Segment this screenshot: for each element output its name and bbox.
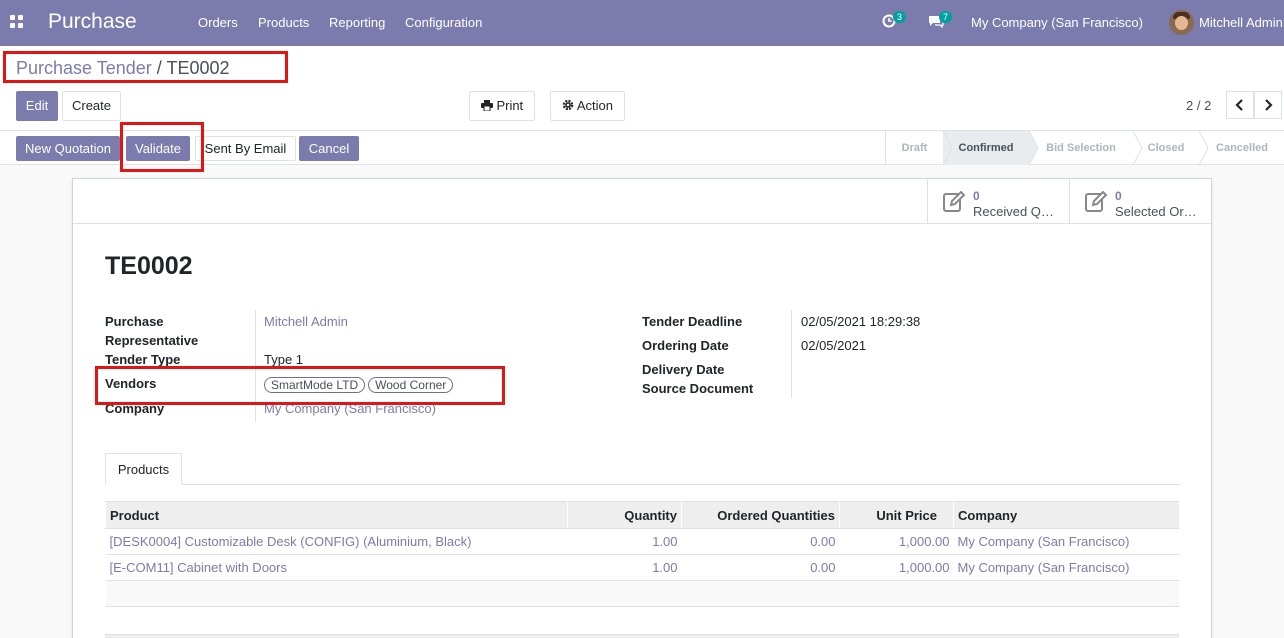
right-group-separator [791, 310, 792, 398]
menu-configuration[interactable]: Configuration [405, 15, 482, 30]
table-footer [105, 634, 1179, 638]
user-avatar[interactable] [1169, 10, 1194, 35]
received-quotations-count: 0 [973, 189, 980, 203]
record-title: TE0002 [105, 252, 193, 280]
received-quotations-button[interactable]: 0 Received Quotations [927, 179, 1069, 223]
delivery-date-label: Delivery Date [642, 362, 725, 377]
user-name[interactable]: Mitchell Admin [1199, 15, 1283, 30]
product-cell[interactable]: [DESK0004] Customizable Desk (CONFIG) (A… [105, 528, 568, 555]
edit-document-icon [1085, 191, 1108, 212]
create-button[interactable]: Create [62, 91, 121, 121]
form-sheet: 0 Received Quotations 0 Selected Orders … [72, 178, 1212, 638]
table-empty-row [105, 580, 1179, 607]
print-button[interactable]: Print [469, 91, 535, 121]
quantity-cell: 1.00 [567, 554, 682, 581]
column-unit-price[interactable]: Unit Price [839, 501, 954, 529]
selected-orders-button[interactable]: 0 Selected Orders [1069, 179, 1211, 223]
unit-price-cell: 1,000.00 [839, 554, 954, 581]
edit-button[interactable]: Edit [16, 91, 58, 121]
purchase-representative-label: Purchase Representative [105, 314, 199, 348]
products-table: Product Quantity Ordered Quantities Unit… [105, 501, 1179, 607]
activity-menu[interactable]: 3 [882, 11, 907, 31]
company-cell: My Company (San Francisco) [953, 528, 1179, 555]
menu-orders[interactable]: Orders [198, 15, 238, 30]
purchase-representative-value[interactable]: Mitchell Admin [264, 312, 348, 331]
ordered-quantity-cell: 0.00 [681, 554, 840, 581]
pager-value[interactable]: 2 / 2 [1186, 98, 1211, 113]
company-switcher[interactable]: My Company (San Francisco) [971, 15, 1143, 30]
table-header-row: Product Quantity Ordered Quantities Unit… [105, 501, 1179, 529]
activity-count-badge: 3 [893, 11, 907, 23]
edit-document-icon [943, 191, 966, 212]
notebook-tab-line [105, 484, 1180, 485]
status-bar: Draft Confirmed Bid Selection Closed Can… [885, 131, 1284, 165]
product-cell[interactable]: [E-COM11] Cabinet with Doors [105, 554, 568, 581]
cancel-button[interactable]: Cancel [299, 136, 359, 161]
tender-deadline-value: 02/05/2021 18:29:38 [801, 314, 921, 329]
chevron-left-icon [1235, 99, 1243, 111]
vendors-highlight-box [95, 366, 505, 405]
table-row[interactable]: [E-COM11] Cabinet with Doors 1.00 0.00 1… [105, 554, 1179, 581]
column-ordered-quantities[interactable]: Ordered Quantities [681, 501, 840, 529]
sent-by-email-button[interactable]: Sent By Email [195, 136, 296, 161]
menu-reporting[interactable]: Reporting [329, 15, 385, 30]
messaging-menu[interactable]: 7 [928, 11, 953, 31]
chevron-right-icon [1265, 99, 1273, 111]
breadcrumb-highlight-box [3, 51, 288, 83]
action-label: Action [576, 98, 614, 113]
received-quotations-label: Received Quotations [973, 204, 1061, 219]
source-document-label: Source Document [642, 381, 754, 396]
column-product[interactable]: Product [105, 501, 568, 529]
ordering-date-value: 02/05/2021 [801, 338, 867, 353]
message-count-badge: 7 [939, 11, 953, 23]
printer-icon [480, 100, 493, 112]
apps-menu-icon[interactable] [10, 15, 24, 29]
ordered-quantity-cell: 0.00 [681, 528, 840, 555]
action-button[interactable]: Action [550, 91, 625, 121]
stage-arrows [942, 131, 1209, 165]
gear-icon [562, 99, 574, 111]
column-quantity[interactable]: Quantity [567, 501, 682, 529]
app-name: Purchase [48, 10, 137, 33]
selected-orders-label: Selected Orders [1115, 204, 1203, 219]
top-navbar: Purchase Orders Products Reporting Confi… [0, 0, 1284, 46]
table-row[interactable]: [DESK0004] Customizable Desk (CONFIG) (A… [105, 528, 1179, 555]
ordering-date-label: Ordering Date [642, 338, 729, 353]
column-company[interactable]: Company [953, 501, 1179, 529]
selected-orders-count: 0 [1115, 189, 1122, 203]
validate-highlight-box [120, 122, 204, 172]
smart-button-box: 0 Received Quotations 0 Selected Orders [73, 179, 1211, 224]
tab-products[interactable]: Products [105, 453, 182, 485]
print-label: Print [496, 98, 524, 113]
pager-previous[interactable] [1226, 91, 1254, 119]
company-cell: My Company (San Francisco) [953, 554, 1179, 581]
unit-price-cell: 1,000.00 [839, 528, 954, 555]
new-quotation-button[interactable]: New Quotation [16, 136, 120, 161]
menu-products[interactable]: Products [258, 15, 309, 30]
tender-deadline-label: Tender Deadline [642, 314, 743, 329]
quantity-cell: 1.00 [567, 528, 682, 555]
pager-next[interactable] [1254, 91, 1282, 119]
